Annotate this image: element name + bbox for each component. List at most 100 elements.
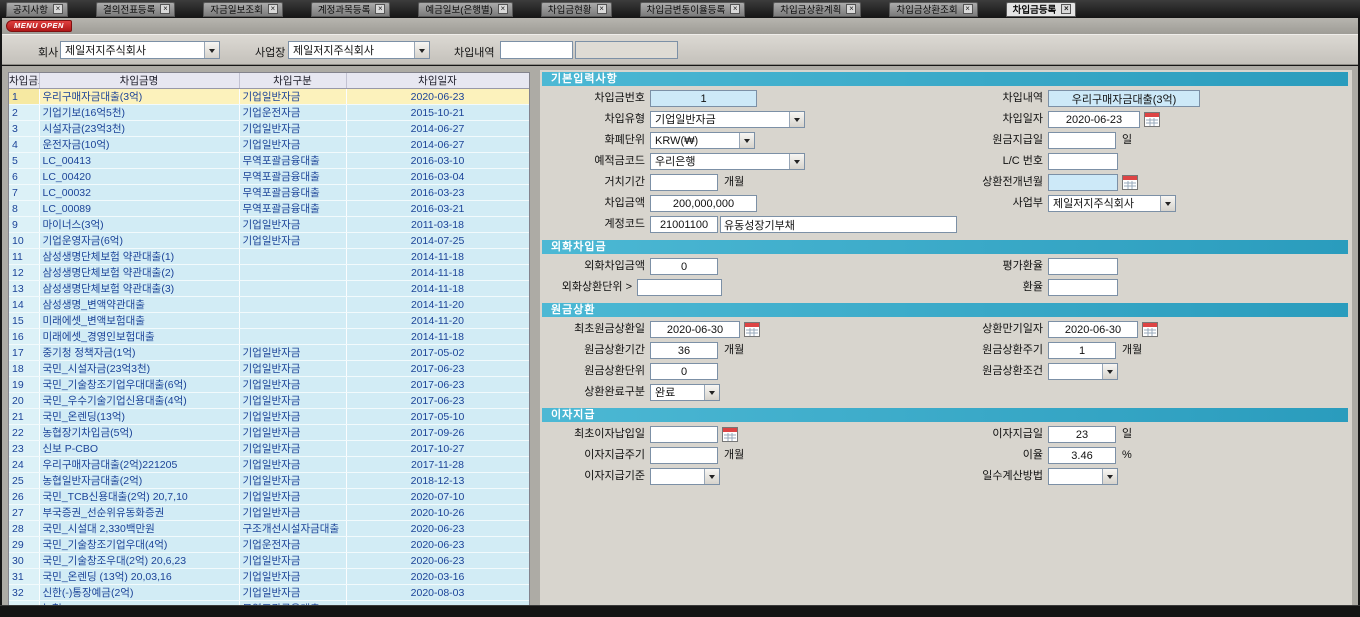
account-name-field[interactable] <box>720 216 957 233</box>
table-row[interactable]: 24 우리구매자금대출(2억)221205 기업일반자금 2017-11-28 <box>9 457 529 473</box>
fx-amount-field[interactable] <box>650 258 718 275</box>
tab[interactable]: 자금일보조회 × <box>203 2 282 17</box>
site-select[interactable]: 제일저지주식회사 <box>288 41 430 59</box>
calendar-icon[interactable] <box>722 427 738 442</box>
table-row[interactable]: 14 삼성생명_변액약관대출 2014-11-20 <box>9 297 529 313</box>
company-select[interactable]: 제일저지주식회사 <box>60 41 220 59</box>
tab[interactable]: 공지사항 × <box>6 2 68 17</box>
tab[interactable]: 차입금상환조회 × <box>889 2 977 17</box>
tab-close-icon[interactable]: × <box>53 4 63 14</box>
interest-basis-select[interactable] <box>650 468 720 485</box>
cell-name: 기업기보(16억5천) <box>39 105 239 121</box>
tab-close-icon[interactable]: × <box>597 4 607 14</box>
table-row[interactable]: 8 LC_00089 무역포괄금융대출 2016-03-21 <box>9 201 529 217</box>
loan-desc-search-input[interactable] <box>500 41 573 59</box>
table-row[interactable]: 20 국민_우수기술기업신용대출(4억) 기업일반자금 2017-06-23 <box>9 393 529 409</box>
tab-close-icon[interactable]: × <box>268 4 278 14</box>
principal-unit-field[interactable] <box>650 363 718 380</box>
table-row[interactable]: 2 기업기보(16억5천) 기업운전자금 2015-10-21 <box>9 105 529 121</box>
cell-date: 2017-11-28 <box>346 457 529 473</box>
table-row[interactable]: 10 기업운영자금(6억) 기업일반자금 2014-07-25 <box>9 233 529 249</box>
tab-close-icon[interactable]: × <box>375 4 385 14</box>
table-row[interactable]: 23 신보 P-CBO 기업일반자금 2017-10-27 <box>9 441 529 457</box>
currency-select[interactable]: KRW(₩) <box>650 132 755 149</box>
table-row[interactable]: 3 시설자금(23억3천) 기업일반자금 2014-06-27 <box>9 121 529 137</box>
principal-period-field[interactable] <box>650 342 718 359</box>
pre-repay-month-field[interactable] <box>1048 174 1118 191</box>
maturity-date-field[interactable] <box>1048 321 1138 338</box>
table-row[interactable]: 15 미래에셋_변액보험대출 2014-11-20 <box>9 313 529 329</box>
cell-date: 2017-06-23 <box>346 393 529 409</box>
tab-close-icon[interactable]: × <box>846 4 856 14</box>
table-row[interactable]: 26 국민_TCB신용대출(2억) 20,7,10 기업일반자금 2020-07… <box>9 489 529 505</box>
eval-rate-field[interactable] <box>1048 258 1118 275</box>
loan-type-select[interactable]: 기업일반자금 <box>650 111 805 128</box>
calendar-icon[interactable] <box>1122 175 1138 190</box>
deposit-code-select[interactable]: 우리은행 <box>650 153 805 170</box>
lc-number-field[interactable] <box>1048 153 1118 170</box>
interest-pay-day-field[interactable] <box>1048 426 1116 443</box>
fx-repay-unit-field[interactable] <box>637 279 722 296</box>
loan-no-field[interactable] <box>650 90 757 107</box>
table-row[interactable]: 4 운전자금(10억) 기업일반자금 2014-06-27 <box>9 137 529 153</box>
tab[interactable]: 차입금변동이율등록 × <box>640 2 746 17</box>
table-row[interactable]: 16 미래에셋_경영인보험대출 2014-11-18 <box>9 329 529 345</box>
division-select[interactable]: 제일저지주식회사 <box>1048 195 1176 212</box>
chevron-down-icon <box>789 154 804 169</box>
tab[interactable]: 계정과목등록 × <box>311 2 390 17</box>
table-row[interactable]: 32 신한(-)통장예금(2억) 기업일반자금 2020-08-03 <box>9 585 529 601</box>
tab-close-icon[interactable]: × <box>730 4 740 14</box>
table-row[interactable]: 6 LC_00420 무역포괄금융대출 2016-03-04 <box>9 169 529 185</box>
table-row[interactable]: 21 국민_온렌딩(13억) 기업일반자금 2017-05-10 <box>9 409 529 425</box>
tab[interactable]: 차입금상환계획 × <box>773 2 861 17</box>
table-row[interactable]: 12 삼성생명단체보험 약관대출(2) 2014-11-18 <box>9 265 529 281</box>
cell-date: 2016-03-23 <box>346 185 529 201</box>
tab-close-icon[interactable]: × <box>1061 4 1071 14</box>
table-row[interactable]: 11 삼성생명단체보험 약관대출(1) 2014-11-18 <box>9 249 529 265</box>
tab[interactable]: 결의전표등록 × <box>96 2 175 17</box>
principal-pay-day-field[interactable] <box>1048 132 1116 149</box>
table-row[interactable]: 29 국민_기술창조기업우대(4억) 기업운전자금 2020-06-23 <box>9 537 529 553</box>
table-row[interactable]: 27 부국증권_선순위유동화증권 기업일반자금 2020-10-26 <box>9 505 529 521</box>
table-row[interactable]: 30 국민_기술창조우대(2억) 20,6,23 기업일반자금 2020-06-… <box>9 553 529 569</box>
table-row[interactable]: 28 국민_시설대 2,330백만원 구조개선시설자금대출 2020-06-23 <box>9 521 529 537</box>
day-count-select[interactable] <box>1048 468 1118 485</box>
interest-cycle-field[interactable] <box>650 447 718 464</box>
grace-period-field[interactable] <box>650 174 718 191</box>
table-row[interactable]: 31 국민_온렌딩 (13억) 20,03,16 기업일반자금 2020-03-… <box>9 569 529 585</box>
first-interest-date-field[interactable] <box>650 426 718 443</box>
tab[interactable]: 예금일보(은행별) × <box>418 2 513 17</box>
table-row[interactable]: 9 마이너스(3억) 기업일반자금 2011-03-18 <box>9 217 529 233</box>
tab[interactable]: 차입금등록 × <box>1006 2 1077 17</box>
repay-complete-select[interactable]: 완료 <box>650 384 720 401</box>
loan-date-field[interactable] <box>1048 111 1140 128</box>
principal-cycle-field[interactable] <box>1048 342 1116 359</box>
table-row[interactable]: 17 중기청 정책자금(1억) 기업일반자금 2017-05-02 <box>9 345 529 361</box>
table-row[interactable]: 5 LC_00413 무역포괄금융대출 2016-03-10 <box>9 153 529 169</box>
tab-close-icon[interactable]: × <box>160 4 170 14</box>
loan-desc-field[interactable] <box>1048 90 1200 107</box>
table-row[interactable]: 18 국민_시설자금(23억3천) 기업일반자금 2017-06-23 <box>9 361 529 377</box>
exchange-rate-field[interactable] <box>1048 279 1118 296</box>
account-code-field[interactable] <box>650 216 718 233</box>
menu-open-button[interactable]: MENU OPEN <box>6 20 72 32</box>
table-row[interactable]: 13 삼성생명단체보험 약관대출(3) 2014-11-18 <box>9 281 529 297</box>
tab-close-icon[interactable]: × <box>498 4 508 14</box>
cell-date: 2014-11-20 <box>346 313 529 329</box>
principal-condition-select[interactable] <box>1048 363 1118 380</box>
table-row[interactable]: 25 농협일반자금대출(2억) 기업일반자금 2018-12-13 <box>9 473 529 489</box>
table-row[interactable]: 22 농협장기차입금(5억) 기업일반자금 2017-09-26 <box>9 425 529 441</box>
first-principal-date-field[interactable] <box>650 321 740 338</box>
table-row[interactable]: 19 국민_기술창조기업우대대출(6억) 기업일반자금 2017-06-23 <box>9 377 529 393</box>
interest-rate-field[interactable] <box>1048 447 1116 464</box>
table-row[interactable]: 1 우리구매자금대출(3억) 기업일반자금 2020-06-23 <box>9 89 529 105</box>
tab[interactable]: 차입금현황 × <box>541 2 612 17</box>
calendar-icon[interactable] <box>744 322 760 337</box>
calendar-icon[interactable] <box>1142 322 1158 337</box>
table-row[interactable]: 7 LC_00032 무역포괄금융대출 2016-03-23 <box>9 185 529 201</box>
calendar-icon[interactable] <box>1144 112 1160 127</box>
loan-desc-search-input2[interactable] <box>575 41 678 59</box>
tab-close-icon[interactable]: × <box>963 4 973 14</box>
cell-type: 기업일반자금 <box>239 121 346 137</box>
loan-amount-field[interactable] <box>650 195 757 212</box>
